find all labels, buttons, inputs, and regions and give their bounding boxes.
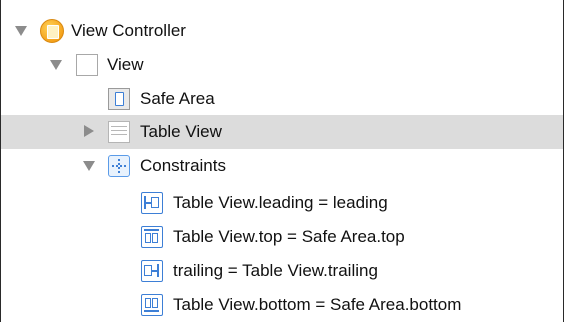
outline-row-constraint[interactable]: Table View.leading = leading: [1, 186, 563, 220]
outline-label: Constraints: [140, 156, 226, 175]
bottom-constraint-icon: [141, 294, 163, 316]
outline-row-view[interactable]: View: [1, 48, 563, 82]
leading-constraint-icon: [141, 192, 163, 214]
table-view-icon: [108, 121, 130, 143]
outline-label: Table View.top = Safe Area.top: [173, 227, 405, 246]
disclosure-triangle-expanded-icon[interactable]: [15, 26, 27, 36]
outline-label: Safe Area: [140, 89, 215, 108]
outline-row-safe-area[interactable]: Safe Area: [1, 82, 563, 116]
safe-area-icon: [108, 88, 130, 110]
trailing-constraint-icon: [141, 260, 163, 282]
outline-row-constraints[interactable]: Constraints: [1, 149, 563, 183]
disclosure-triangle-expanded-icon[interactable]: [83, 161, 95, 171]
outline-label: Table View.bottom = Safe Area.bottom: [173, 295, 462, 314]
view-icon: [76, 54, 98, 76]
outline-label: View: [107, 55, 144, 74]
disclosure-triangle-collapsed-icon[interactable]: [84, 125, 94, 137]
outline-label: Table View: [140, 122, 222, 141]
outline-row-view-controller[interactable]: View Controller: [1, 14, 563, 48]
top-constraint-icon: [141, 226, 163, 248]
outline-row-constraint[interactable]: trailing = Table View.trailing: [1, 254, 563, 288]
constraints-icon: [108, 155, 130, 177]
outline-label: Table View.leading = leading: [173, 193, 388, 212]
document-outline: View Controller View Safe Area Table Vie…: [0, 0, 564, 322]
outline-label: View Controller: [71, 21, 186, 40]
outline-row-table-view[interactable]: Table View: [1, 115, 563, 149]
disclosure-triangle-expanded-icon[interactable]: [50, 60, 62, 70]
outline-row-constraint[interactable]: Table View.bottom = Safe Area.bottom: [1, 288, 563, 322]
outline-row-constraint[interactable]: Table View.top = Safe Area.top: [1, 220, 563, 254]
outline-label: trailing = Table View.trailing: [173, 261, 378, 280]
view-controller-icon: [40, 19, 64, 43]
